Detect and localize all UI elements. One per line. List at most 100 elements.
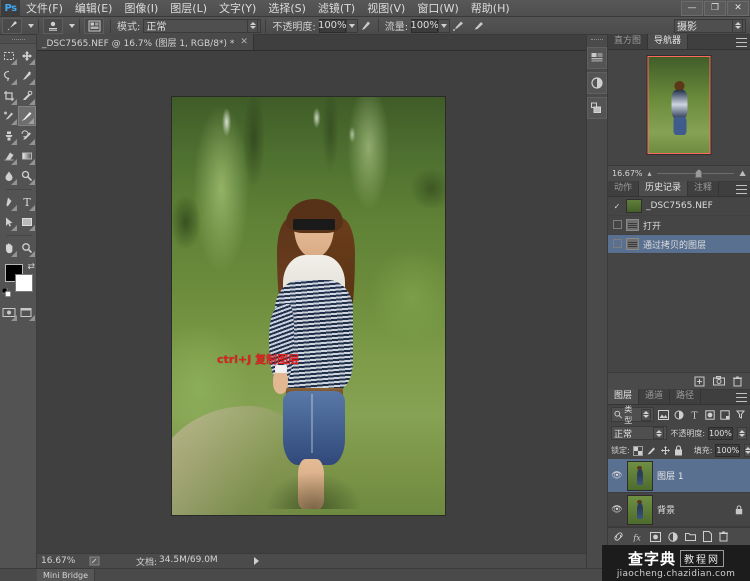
create-document-from-state-icon[interactable] bbox=[694, 376, 705, 387]
flow-input[interactable]: 100% bbox=[410, 18, 439, 33]
marquee-tool[interactable] bbox=[0, 46, 18, 66]
history-source-toggle-copy[interactable] bbox=[612, 238, 622, 250]
screen-mode-icon[interactable] bbox=[18, 302, 36, 322]
clone-stamp-tool[interactable] bbox=[0, 126, 18, 146]
link-layers-icon[interactable] bbox=[613, 531, 624, 542]
styles-panel-icon[interactable] bbox=[587, 97, 607, 119]
create-snapshot-icon[interactable] bbox=[713, 376, 725, 386]
filter-shape-icon[interactable] bbox=[704, 408, 716, 422]
type-tool[interactable]: T bbox=[18, 192, 36, 212]
menu-item-edit[interactable]: 编辑(E) bbox=[69, 0, 119, 17]
brush-tool-dropdown[interactable] bbox=[28, 23, 34, 28]
tab-history[interactable]: 历史记录 bbox=[639, 181, 689, 196]
menu-item-type[interactable]: 文字(Y) bbox=[213, 0, 262, 17]
flow-dropdown[interactable] bbox=[438, 18, 451, 33]
close-button[interactable]: ✕ bbox=[727, 0, 749, 16]
maximize-button[interactable]: ❐ bbox=[704, 0, 726, 16]
move-tool[interactable] bbox=[18, 46, 36, 66]
status-resize-grip[interactable] bbox=[89, 556, 100, 566]
toggle-brush-panel-icon[interactable] bbox=[84, 17, 104, 34]
menu-item-file[interactable]: 文件(F) bbox=[20, 0, 69, 17]
dock-grip[interactable] bbox=[586, 35, 608, 44]
brush-tool-icon[interactable] bbox=[2, 17, 22, 34]
navigator-zoom-slider[interactable] bbox=[656, 169, 735, 179]
dodge-tool[interactable] bbox=[18, 166, 36, 186]
document-tab[interactable]: _DSC7565.NEF @ 16.7% (图层 1, RGB/8*) * ✕ bbox=[37, 34, 254, 50]
default-colors-icon[interactable] bbox=[2, 288, 11, 297]
menu-item-view[interactable]: 视图(V) bbox=[361, 0, 411, 17]
layer-filter-kind-select[interactable]: 类型 bbox=[611, 405, 655, 425]
layer-blend-mode-select[interactable]: 正常 bbox=[611, 426, 668, 440]
layer-visibility-icon[interactable]: 👁 bbox=[611, 471, 623, 481]
color-panel-icon[interactable] bbox=[587, 47, 607, 69]
filter-toggle-icon[interactable] bbox=[735, 408, 747, 422]
history-brush-source-icon[interactable]: ✓ bbox=[612, 202, 622, 211]
layer-opacity-input[interactable]: 100% bbox=[708, 426, 733, 440]
blend-mode-spinner[interactable] bbox=[247, 18, 259, 33]
layer-thumbnail[interactable] bbox=[627, 494, 653, 525]
pen-tool[interactable] bbox=[0, 192, 18, 212]
adjustments-panel-icon[interactable] bbox=[587, 72, 607, 94]
delete-state-icon[interactable] bbox=[733, 376, 742, 387]
panel-menu-icon[interactable] bbox=[736, 185, 747, 194]
menu-item-filter[interactable]: 滤镜(T) bbox=[312, 0, 361, 17]
lock-position-icon[interactable] bbox=[660, 444, 671, 457]
blend-mode-select[interactable]: 正常 bbox=[143, 18, 262, 33]
layer-thumbnail[interactable] bbox=[627, 460, 653, 491]
zoom-tool[interactable] bbox=[18, 238, 36, 258]
navigator-preview[interactable] bbox=[608, 50, 750, 165]
opacity-input[interactable]: 100% bbox=[318, 18, 347, 33]
opacity-dropdown[interactable] bbox=[345, 18, 358, 33]
panel-menu-icon[interactable] bbox=[736, 38, 747, 47]
menu-item-layer[interactable]: 图层(L) bbox=[164, 0, 213, 17]
tab-channels[interactable]: 通道 bbox=[639, 389, 671, 404]
new-adjustment-layer-icon[interactable] bbox=[668, 531, 678, 542]
rectangle-tool[interactable] bbox=[18, 212, 36, 232]
tab-notes[interactable]: 注释 bbox=[688, 181, 720, 196]
layer-name[interactable]: 背景 bbox=[657, 503, 675, 516]
layer-visibility-icon[interactable]: 👁 bbox=[611, 505, 623, 515]
history-state-open[interactable]: 打开 bbox=[608, 216, 750, 235]
zoom-level-input[interactable]: 16.67% bbox=[41, 555, 83, 567]
blur-tool[interactable] bbox=[0, 166, 18, 186]
layer-opacity-spinner[interactable] bbox=[736, 426, 747, 440]
lock-transparency-icon[interactable] bbox=[632, 444, 643, 457]
zoom-slider-knob[interactable] bbox=[695, 169, 703, 178]
background-color-swatch[interactable] bbox=[15, 274, 33, 292]
workspace-spinner[interactable] bbox=[732, 18, 743, 33]
history-state-layer-via-copy[interactable]: 通过拷贝的图层 bbox=[608, 235, 750, 254]
quick-selection-tool[interactable] bbox=[18, 66, 36, 86]
brush-preset-picker[interactable] bbox=[43, 17, 63, 34]
eyedropper-tool[interactable] bbox=[18, 86, 36, 106]
airbrush-icon[interactable] bbox=[450, 19, 466, 33]
layer-name[interactable]: 图层 1 bbox=[657, 469, 684, 482]
navigator-zoom-value[interactable]: 16.67% bbox=[612, 169, 643, 178]
lock-image-icon[interactable] bbox=[646, 444, 657, 457]
tab-layers[interactable]: 图层 bbox=[608, 389, 640, 404]
history-source-toggle-open[interactable] bbox=[612, 219, 622, 231]
menu-item-select[interactable]: 选择(S) bbox=[262, 0, 312, 17]
toolbox-grip[interactable] bbox=[0, 35, 36, 44]
crop-tool[interactable] bbox=[0, 86, 18, 106]
filter-adjustment-icon[interactable] bbox=[673, 408, 685, 422]
add-layer-mask-icon[interactable] bbox=[650, 531, 661, 542]
minimize-button[interactable]: — bbox=[681, 0, 703, 16]
hand-tool[interactable] bbox=[0, 238, 18, 258]
layer-fill-spinner[interactable] bbox=[744, 444, 750, 457]
workspace-select[interactable]: 摄影 bbox=[674, 18, 746, 33]
layer-row-layer-1[interactable]: 👁 图层 1 bbox=[608, 459, 750, 493]
layer-fill-input[interactable]: 100% bbox=[715, 444, 741, 457]
document-image[interactable] bbox=[171, 96, 446, 516]
quick-mask-icon[interactable] bbox=[0, 302, 18, 322]
lasso-tool[interactable] bbox=[0, 66, 18, 86]
history-brush-tool[interactable] bbox=[18, 126, 36, 146]
canvas-area[interactable]: ctrl+J 复制图层 bbox=[37, 51, 586, 553]
brush-tool[interactable] bbox=[18, 106, 36, 126]
layer-row-background[interactable]: 👁 背景 bbox=[608, 493, 750, 527]
zoom-out-icon[interactable]: ▴ bbox=[648, 169, 652, 178]
layer-style-icon[interactable]: fx bbox=[631, 532, 643, 542]
tab-navigator[interactable]: 导航器 bbox=[648, 34, 689, 49]
menu-item-window[interactable]: 窗口(W) bbox=[411, 0, 464, 17]
delete-layer-icon[interactable] bbox=[719, 531, 728, 542]
new-group-icon[interactable] bbox=[685, 532, 696, 541]
